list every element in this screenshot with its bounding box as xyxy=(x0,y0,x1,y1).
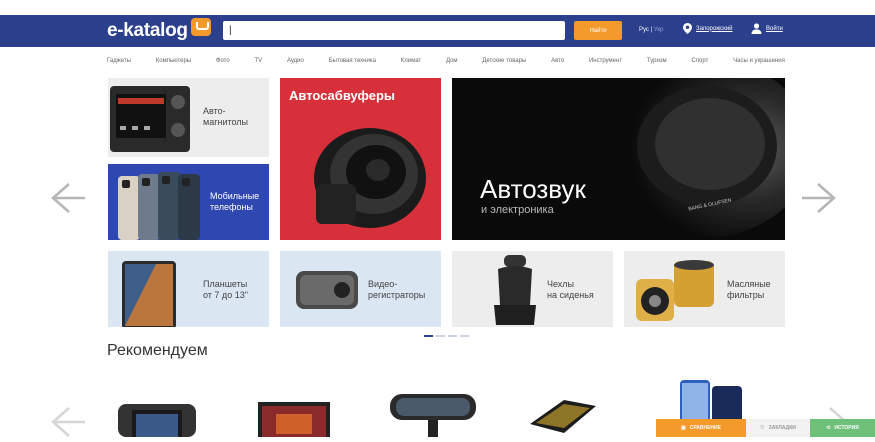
nav-item[interactable]: Часы и украшения xyxy=(733,58,785,64)
banner-seat-covers-label: Чехлы на сиденья xyxy=(547,279,594,300)
banner-car-radio[interactable]: Авто- магнитолы xyxy=(108,78,269,157)
login-label: Войти xyxy=(766,25,783,32)
nav-item[interactable]: Аудио xyxy=(287,58,304,64)
city-selector[interactable]: Запорожский xyxy=(683,23,733,34)
login-link[interactable]: Войти xyxy=(751,23,783,34)
banner-mobile-phones-label: Мобильные телефоны xyxy=(210,191,260,212)
compare-tab[interactable]: ▣ СРАВНЕНИЕ xyxy=(656,419,746,437)
product-head-unit[interactable] xyxy=(116,400,198,437)
logo-text: e-katalog xyxy=(107,20,188,41)
tablet-image xyxy=(122,261,176,327)
nav-item[interactable]: Климат xyxy=(401,58,421,64)
banner-tablets-label: Планшеты от 7 до 13" xyxy=(203,279,248,300)
nav-item[interactable]: Гаджеты xyxy=(107,58,131,64)
subwoofer-image xyxy=(314,128,426,228)
carousel-next-arrow-icon[interactable] xyxy=(800,178,840,218)
bookmark-icon: ♡ xyxy=(760,425,765,431)
user-icon xyxy=(751,23,762,34)
banner-car-audio-subtitle: и электроника xyxy=(481,204,554,216)
carousel-prev-arrow-icon[interactable] xyxy=(47,178,87,218)
history-tab[interactable]: ⟲ ИСТОРИЯ xyxy=(810,419,875,437)
product-mirror-dvr[interactable] xyxy=(388,388,478,437)
banner-dvr-label: Видео- регистраторы xyxy=(368,279,426,300)
product-multimedia[interactable] xyxy=(256,400,332,437)
nav-item[interactable]: Дом xyxy=(446,58,458,64)
car-radio-image xyxy=(110,86,190,152)
nav-item[interactable]: Бытовая техника xyxy=(329,58,376,64)
banner-car-audio-title: Автозвук xyxy=(480,174,586,204)
banner-car-radio-label: Авто- магнитолы xyxy=(203,106,249,127)
history-label: ИСТОРИЯ xyxy=(834,425,859,431)
banner-car-audio[interactable]: Автозвук и электроника BANG & OLUFSEN xyxy=(452,78,785,240)
banner-mobile-phones[interactable]: Мобильные телефоны xyxy=(108,164,269,240)
banner-subwoofers[interactable]: Автосабвуферы xyxy=(280,78,441,240)
site-logo[interactable]: e-katalog xyxy=(107,18,211,42)
nav-item[interactable]: Компьютеры xyxy=(156,58,191,64)
banner-tablets[interactable]: Планшеты от 7 до 13" xyxy=(108,251,269,327)
carousel-dots xyxy=(424,335,469,337)
language-switch[interactable]: Рус | Укр xyxy=(639,27,663,33)
lang-ru[interactable]: Рус xyxy=(639,27,649,33)
bookmarks-label: ЗАКЛАДКИ xyxy=(768,425,796,431)
carousel-dot[interactable] xyxy=(436,335,445,337)
nav-item[interactable]: Авто xyxy=(551,58,564,64)
carousel-dot[interactable] xyxy=(460,335,469,337)
compare-icon: ▣ xyxy=(681,425,686,431)
carousel-dot[interactable] xyxy=(448,335,457,337)
banner-seat-covers[interactable]: Чехлы на сиденья xyxy=(452,251,613,327)
category-nav: Гаджеты Компьютеры Фото TV Аудио Бытовая… xyxy=(107,58,785,64)
reco-prev-arrow-icon[interactable] xyxy=(47,402,87,442)
dvr-image xyxy=(296,271,358,309)
bookmarks-tab[interactable]: ♡ ЗАКЛАДКИ xyxy=(746,419,810,437)
location-pin-icon xyxy=(683,23,692,34)
banner-dvr[interactable]: Видео- регистраторы xyxy=(280,251,441,327)
city-name: Запорожский xyxy=(696,25,733,32)
search-input[interactable] xyxy=(223,21,565,40)
nav-item[interactable]: Фото xyxy=(216,58,230,64)
nav-item[interactable]: Детские товары xyxy=(482,58,526,64)
phones-image xyxy=(118,172,200,240)
history-icon: ⟲ xyxy=(826,425,831,431)
cart-logo-icon xyxy=(190,18,211,36)
compare-label: СРАВНЕНИЕ xyxy=(689,425,721,431)
recommend-title: Рекомендуем xyxy=(107,342,208,359)
nav-item[interactable]: Инструмент xyxy=(589,58,622,64)
nav-item[interactable]: TV xyxy=(254,58,262,64)
oil-filter-image xyxy=(636,260,714,321)
banner-oil-filters-label: Масляные фильтры xyxy=(727,279,771,300)
lang-ua[interactable]: Укр xyxy=(654,27,664,33)
nav-item[interactable]: Туризм xyxy=(647,58,667,64)
seat-cover-image xyxy=(494,255,536,325)
banner-subwoofers-label: Автосабвуферы xyxy=(289,88,396,103)
nav-item[interactable]: Спорт xyxy=(691,58,708,64)
carousel-dot[interactable] xyxy=(424,335,433,337)
product-navigator[interactable] xyxy=(524,396,600,437)
banner-oil-filters[interactable]: Масляные фильтры xyxy=(624,251,785,327)
search-button[interactable]: Найти xyxy=(574,21,622,40)
